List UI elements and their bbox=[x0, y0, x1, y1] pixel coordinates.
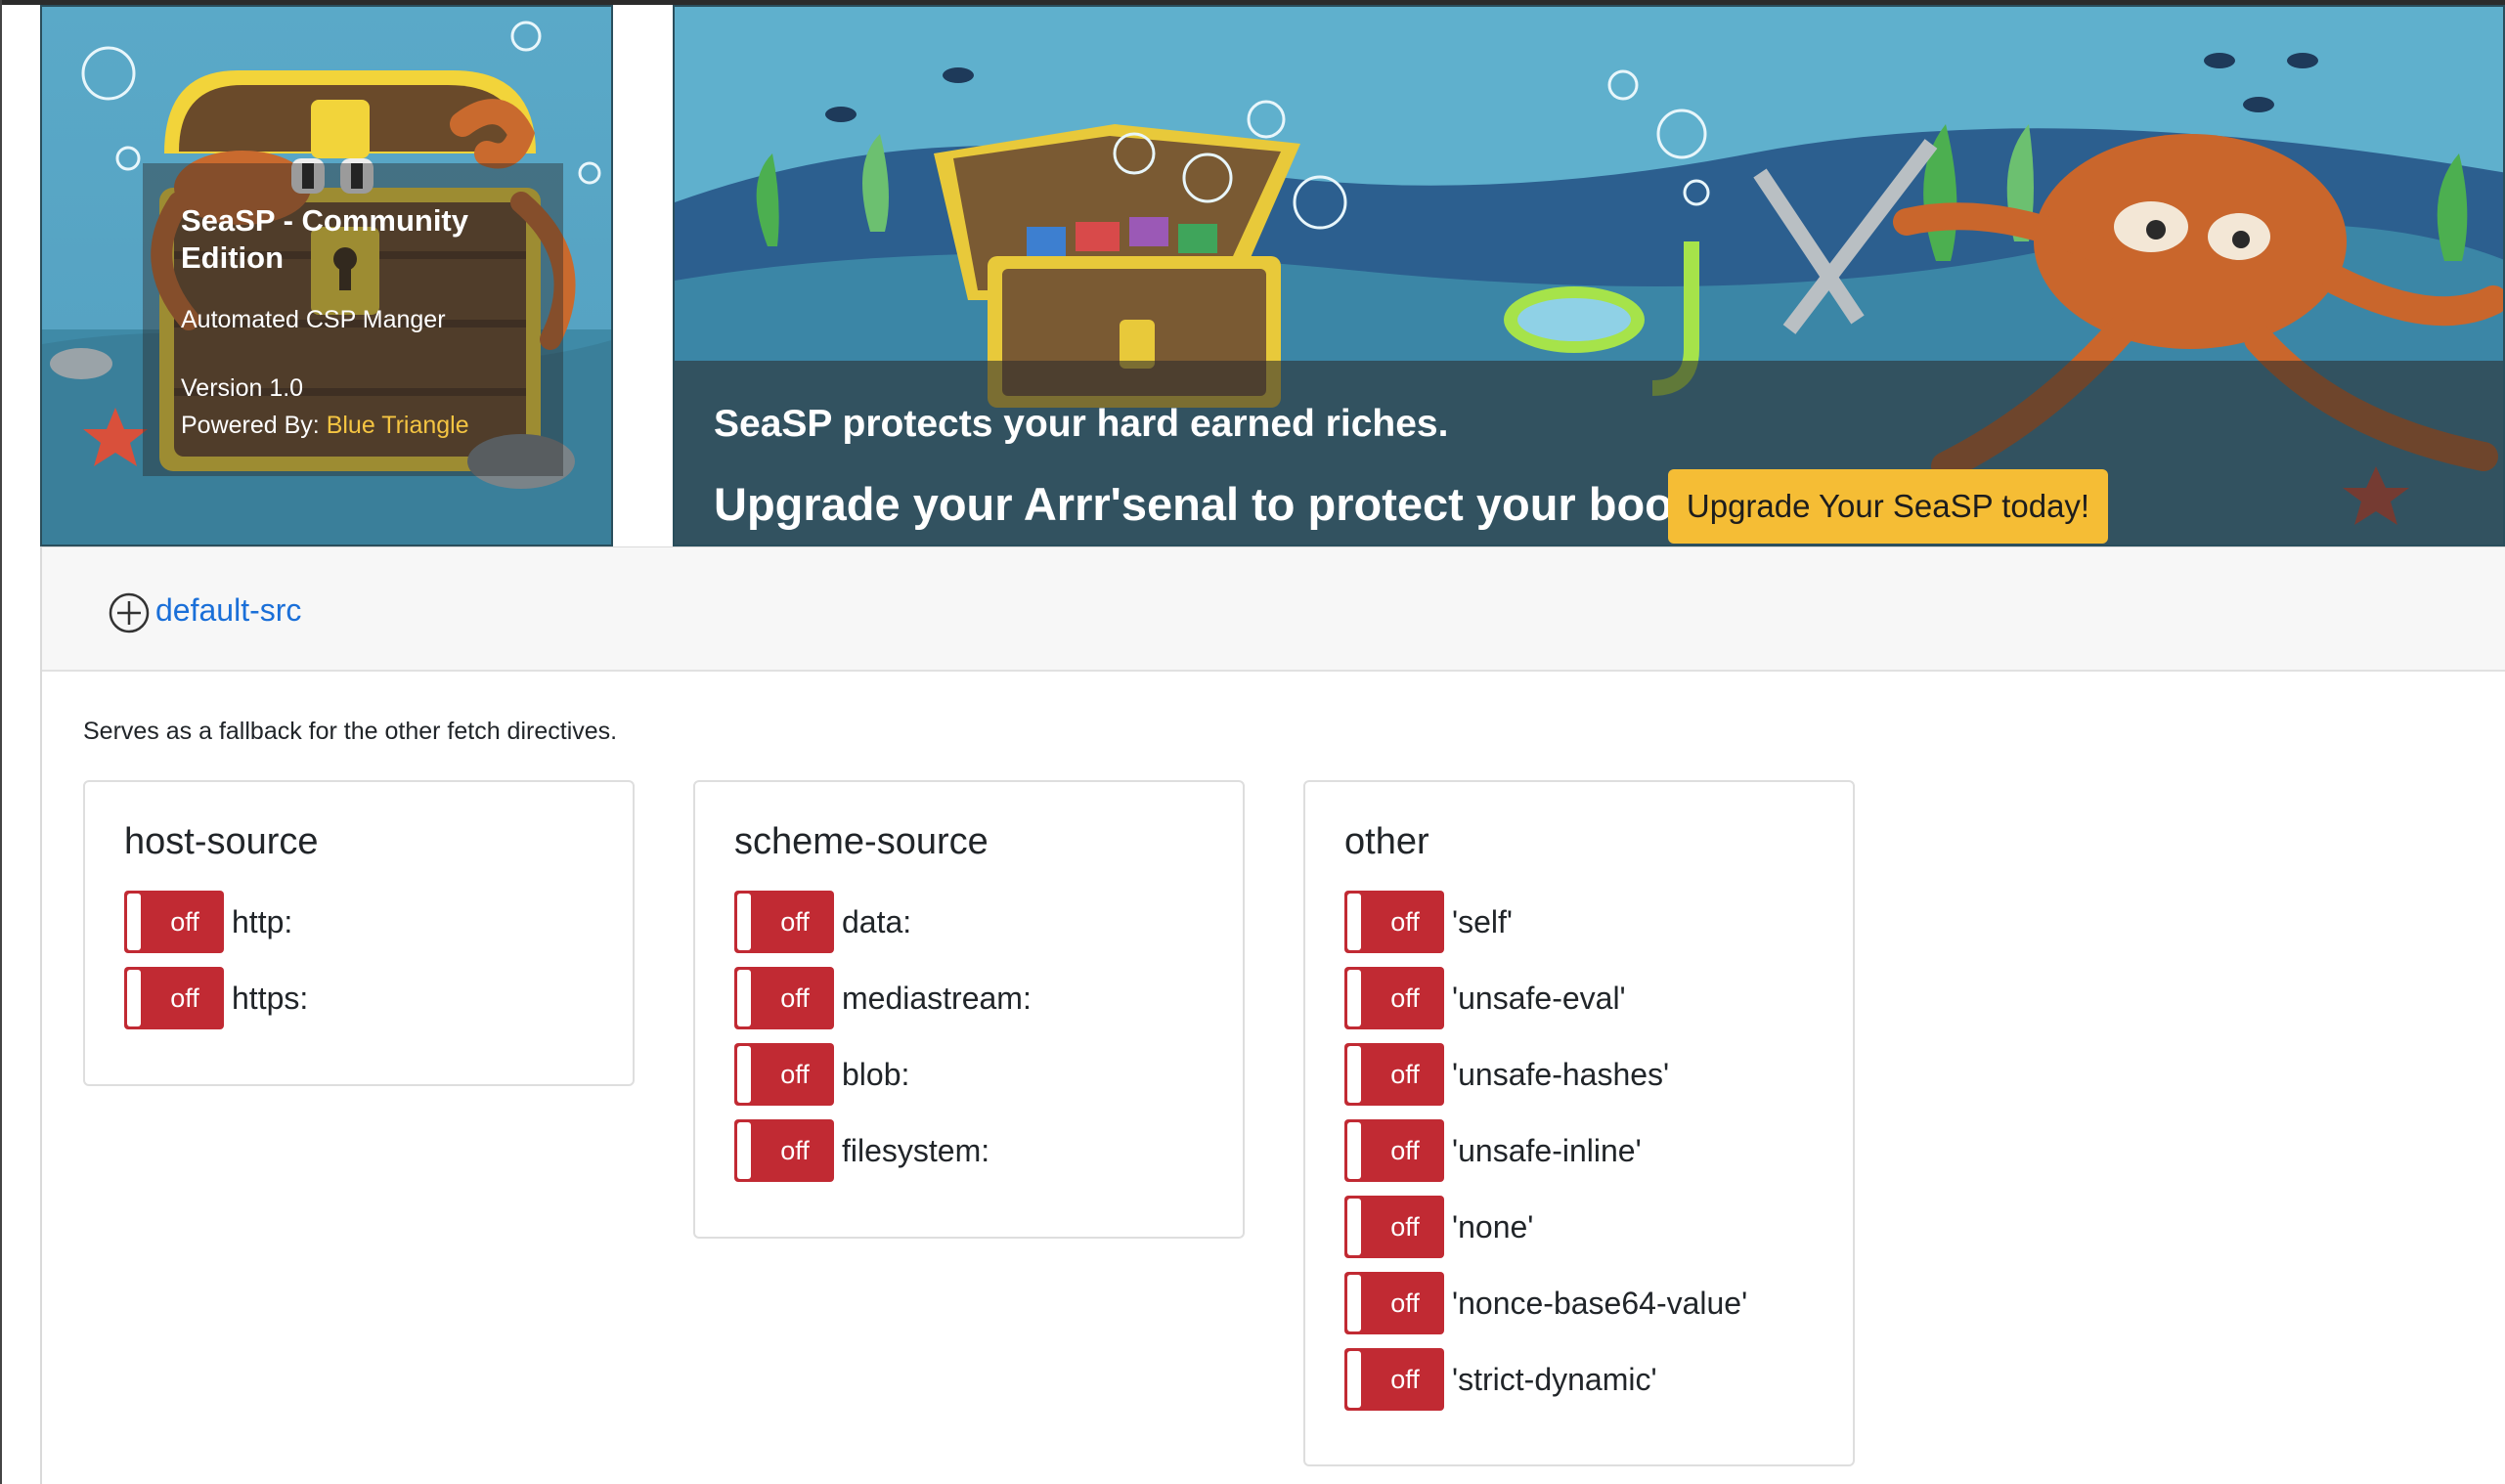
group-title: other bbox=[1344, 821, 1429, 862]
source-row-https: off https: bbox=[124, 967, 308, 1029]
source-row-http: off http: bbox=[124, 891, 292, 953]
source-label: blob: bbox=[842, 1056, 910, 1092]
toggle-switch[interactable]: off bbox=[734, 1043, 834, 1106]
directive-description: Serves as a fallback for the other fetch… bbox=[83, 718, 618, 745]
source-row-blob: off blob: bbox=[734, 1043, 909, 1106]
info-card: SeaSP - Community Edition Automated CSP … bbox=[40, 5, 613, 546]
toggle-switch[interactable]: off bbox=[1344, 1196, 1444, 1258]
toggle-knob bbox=[737, 894, 751, 950]
source-row-filesystem: off filesystem: bbox=[734, 1119, 989, 1182]
toggle-knob bbox=[737, 1046, 751, 1103]
source-row-unsafe-eval: off 'unsafe-eval' bbox=[1344, 967, 1626, 1029]
powered-by-link[interactable]: Blue Triangle bbox=[327, 412, 469, 439]
toggle-state: off bbox=[1390, 1059, 1420, 1089]
toggle-switch[interactable]: off bbox=[1344, 967, 1444, 1029]
toggle-switch[interactable]: off bbox=[124, 967, 224, 1029]
toggle-switch[interactable]: off bbox=[734, 891, 834, 953]
toggle-switch[interactable]: off bbox=[1344, 1043, 1444, 1106]
source-label: 'self' bbox=[1452, 903, 1514, 939]
toggle-switch[interactable]: off bbox=[734, 967, 834, 1029]
toggle-state: off bbox=[780, 906, 810, 937]
toggle-state: off bbox=[1390, 1288, 1420, 1318]
source-label: 'strict-dynamic' bbox=[1452, 1361, 1657, 1397]
group-title: scheme-source bbox=[734, 821, 989, 862]
toggle-knob bbox=[1347, 970, 1361, 1026]
toggle-state: off bbox=[1390, 906, 1420, 937]
toggle-switch[interactable]: off bbox=[124, 891, 224, 953]
banner-headline: Upgrade your Arrr'senal to protect your … bbox=[714, 478, 1730, 530]
toggle-knob bbox=[127, 970, 141, 1026]
source-row-nonce: off 'nonce-base64-value' bbox=[1344, 1272, 1747, 1334]
banner-tagline: SeaSP protects your hard earned riches. bbox=[714, 403, 1449, 445]
app-title: SeaSP - Community Edition bbox=[181, 203, 469, 275]
source-row-self: off 'self' bbox=[1344, 891, 1513, 953]
toggle-state: off bbox=[780, 1135, 810, 1165]
toggle-switch[interactable]: off bbox=[1344, 1119, 1444, 1182]
toggle-state: off bbox=[1390, 1211, 1420, 1242]
group-scheme-source: scheme-source off data: off mediastream:… bbox=[693, 780, 1245, 1239]
toggle-state: off bbox=[1390, 1364, 1420, 1394]
powered-by-label: Powered By: bbox=[181, 412, 320, 439]
source-label: http: bbox=[232, 903, 293, 939]
toggle-knob bbox=[737, 1122, 751, 1179]
source-row-unsafe-inline: off 'unsafe-inline' bbox=[1344, 1119, 1642, 1182]
group-other: other off 'self' off 'unsafe-eval' off '… bbox=[1303, 780, 1855, 1466]
group-host-source: host-source off http: off https: bbox=[83, 780, 635, 1086]
toggle-knob bbox=[1347, 1275, 1361, 1331]
toggle-switch[interactable]: off bbox=[734, 1119, 834, 1182]
app-subtitle: Automated CSP Manger bbox=[181, 306, 446, 333]
source-label: 'unsafe-inline' bbox=[1452, 1132, 1642, 1168]
source-row-unsafe-hashes: off 'unsafe-hashes' bbox=[1344, 1043, 1669, 1106]
source-label: 'none' bbox=[1452, 1208, 1534, 1244]
expand-plus-icon[interactable] bbox=[109, 592, 150, 633]
toggle-knob bbox=[127, 894, 141, 950]
app-version: Version 1.0 bbox=[181, 374, 304, 402]
directive-name-link[interactable]: default-src bbox=[155, 592, 301, 629]
toggle-switch[interactable]: off bbox=[1344, 1272, 1444, 1334]
toggle-state: off bbox=[170, 906, 199, 937]
source-label: 'unsafe-hashes' bbox=[1452, 1056, 1670, 1092]
source-row-data: off data: bbox=[734, 891, 911, 953]
powered-by: Powered By: Blue Triangle bbox=[181, 412, 469, 440]
source-label: https: bbox=[232, 980, 309, 1016]
toggle-knob bbox=[1347, 1351, 1361, 1408]
toggle-state: off bbox=[1390, 982, 1420, 1013]
toggle-knob bbox=[1347, 1046, 1361, 1103]
toggle-knob bbox=[737, 970, 751, 1026]
upgrade-button[interactable]: Upgrade Your SeaSP today! bbox=[1668, 469, 2108, 544]
toggle-state: off bbox=[780, 982, 810, 1013]
source-label: 'unsafe-eval' bbox=[1452, 980, 1626, 1016]
source-row-none: off 'none' bbox=[1344, 1196, 1533, 1258]
source-row-mediastream: off mediastream: bbox=[734, 967, 1032, 1029]
window-left-edge bbox=[0, 0, 2, 1484]
source-label: 'nonce-base64-value' bbox=[1452, 1285, 1748, 1321]
toggle-switch[interactable]: off bbox=[1344, 1348, 1444, 1411]
toggle-state: off bbox=[170, 982, 199, 1013]
source-label: mediastream: bbox=[842, 980, 1032, 1016]
toggle-switch[interactable]: off bbox=[1344, 891, 1444, 953]
directive-header: default-src bbox=[42, 547, 2505, 672]
toggle-knob bbox=[1347, 894, 1361, 950]
toggle-state: off bbox=[1390, 1135, 1420, 1165]
directive-panel: default-src Serves as a fallback for the… bbox=[40, 546, 2505, 1484]
source-label: filesystem: bbox=[842, 1132, 990, 1168]
group-title: host-source bbox=[124, 821, 319, 862]
toggle-state: off bbox=[780, 1059, 810, 1089]
toggle-knob bbox=[1347, 1122, 1361, 1179]
source-row-strict-dynamic: off 'strict-dynamic' bbox=[1344, 1348, 1657, 1411]
toggle-knob bbox=[1347, 1199, 1361, 1255]
upgrade-banner: SeaSP protects your hard earned riches. … bbox=[673, 5, 2505, 546]
source-label: data: bbox=[842, 903, 912, 939]
